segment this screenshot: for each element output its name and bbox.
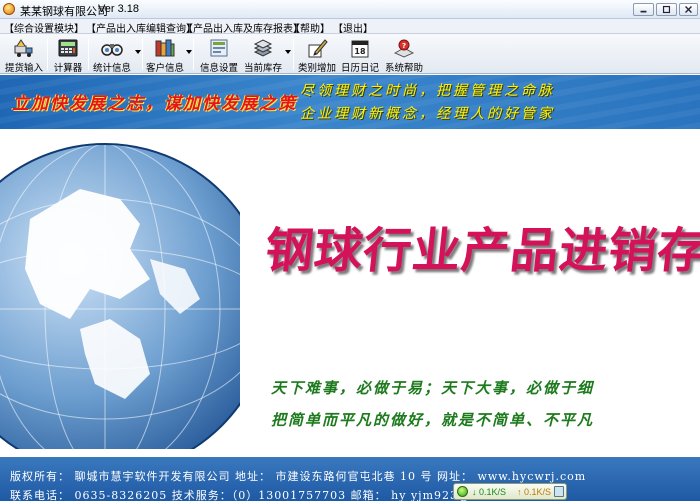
network-speed-widget[interactable]: ↓ 0.1K/S ↑ 0.1K/S: [453, 483, 567, 500]
calendar-icon: 18: [351, 40, 369, 58]
product-title: 钢球行业产品进销存: [262, 223, 700, 279]
maximize-icon: [662, 5, 671, 14]
toolbar-separator: [193, 38, 194, 70]
toolbar-label: 客户信息: [145, 63, 184, 74]
binoculars-icon: [101, 44, 123, 56]
footer-bar: 版权所有： 聊城市慧宇软件开发有限公司 地址： 市建设东路何官屯北巷 10 号 …: [0, 457, 700, 501]
toolbar-separator: [142, 38, 143, 70]
motto-line-1: 天下难事，必做于易；天下大事，必做于细: [271, 379, 595, 397]
minimize-button[interactable]: [633, 3, 654, 16]
menu-general-settings[interactable]: 【综合设置模块】: [4, 20, 84, 35]
network-status-icon: [457, 486, 468, 497]
banner-slogan-right-1: 尽领理财之时尚，把握管理之命脉: [300, 83, 555, 99]
banner-slogan-left: 立加快发展之志，谋加快发展之策: [12, 94, 297, 114]
toolbar-info-settings-button[interactable]: 信息设置: [199, 36, 239, 74]
toolbar-delivery-input-button[interactable]: 提货输入: [3, 36, 45, 74]
menu-help[interactable]: 【帮助】: [290, 20, 330, 35]
widget-settings-icon[interactable]: [554, 486, 564, 497]
toolbar-label: 计算器: [53, 63, 83, 74]
truck-icon: [14, 39, 33, 57]
toolbar-separator: [88, 38, 89, 70]
app-logo-icon: [3, 3, 15, 15]
close-button[interactable]: [679, 3, 698, 16]
toolbar-separator: [47, 38, 48, 70]
header-banner: 立加快发展之志，谋加快发展之策 尽领理财之时尚，把握管理之命脉 企业理财新概念，…: [0, 75, 700, 129]
books-icon: [155, 39, 175, 57]
toolbar-label: 提货输入: [4, 63, 43, 74]
settings-form-icon: [210, 39, 228, 57]
toolbar-calendar-diary-button[interactable]: 18 日历日记: [340, 36, 380, 74]
download-speed: ↓ 0.1K/S: [472, 487, 507, 497]
calculator-icon: [58, 39, 78, 57]
version-label: Ver 3.18: [98, 3, 139, 15]
menu-bar: 【综合设置模块】 【产品出入库编辑查询】 【产品出入库及库存报表】 【帮助】 【…: [0, 19, 700, 35]
toolbar-label: 系统帮助: [384, 63, 423, 74]
motto-line-2: 把简单而平凡的做好，就是不简单、不平凡: [271, 411, 595, 429]
menu-product-reports[interactable]: 【产品出入库及库存报表】: [183, 20, 303, 35]
pen-paper-icon: [308, 39, 328, 58]
toolbar-add-category-button[interactable]: 类别增加: [297, 36, 337, 74]
menu-exit[interactable]: 【退出】: [333, 20, 373, 35]
toolbar-label: 当前库存: [243, 63, 282, 74]
banner-slogan-right-2: 企业理财新概念，经理人的好管家: [300, 106, 555, 122]
toolbar-separator: [293, 38, 294, 70]
window-title: 某某钢球有限公司: [20, 6, 108, 18]
statistics-dropdown-arrow-icon[interactable]: [135, 50, 141, 54]
customer-dropdown-arrow-icon[interactable]: [186, 50, 192, 54]
stock-dropdown-arrow-icon[interactable]: [285, 50, 291, 54]
close-icon: [685, 6, 692, 13]
maximize-button[interactable]: [656, 3, 677, 16]
globe-image: [0, 143, 240, 449]
toolbar-label: 类别增加: [297, 63, 336, 74]
main-splash: 钢球行业产品进销存 天下难事，必做于易；天下大事，必做于细 把简单而平凡的做好，…: [0, 129, 700, 457]
toolbar-label: 统计信息: [92, 63, 131, 74]
toolbar: 提货输入 计算器 统计信息 客户信息 信息设置 当前库存 类别增加 18 日历日…: [0, 34, 700, 74]
svg-text:?: ?: [402, 42, 406, 50]
toolbar-system-help-button[interactable]: ? 系统帮助: [383, 36, 425, 74]
toolbar-statistics-button[interactable]: 统计信息: [91, 36, 133, 74]
toolbar-customer-info-button[interactable]: 客户信息: [145, 36, 185, 74]
footer-copyright-line: 版权所有： 聊城市慧宇软件开发有限公司 地址： 市建设东路何官屯北巷 10 号 …: [10, 470, 587, 483]
menu-product-edit-query[interactable]: 【产品出入库编辑查询】: [86, 20, 196, 35]
help-icon: ?: [393, 39, 415, 58]
toolbar-label: 信息设置: [199, 63, 238, 74]
minimize-icon: [640, 10, 647, 13]
toolbar-calculator-button[interactable]: 计算器: [50, 36, 86, 74]
upload-speed: ↑ 0.1K/S: [517, 487, 552, 497]
toolbar-current-stock-button[interactable]: 当前库存: [242, 36, 284, 74]
toolbar-label: 日历日记: [340, 63, 379, 74]
title-bar: 某某钢球有限公司 Ver 3.18: [0, 0, 700, 19]
svg-text:18: 18: [354, 47, 366, 56]
stack-icon: [253, 39, 273, 57]
